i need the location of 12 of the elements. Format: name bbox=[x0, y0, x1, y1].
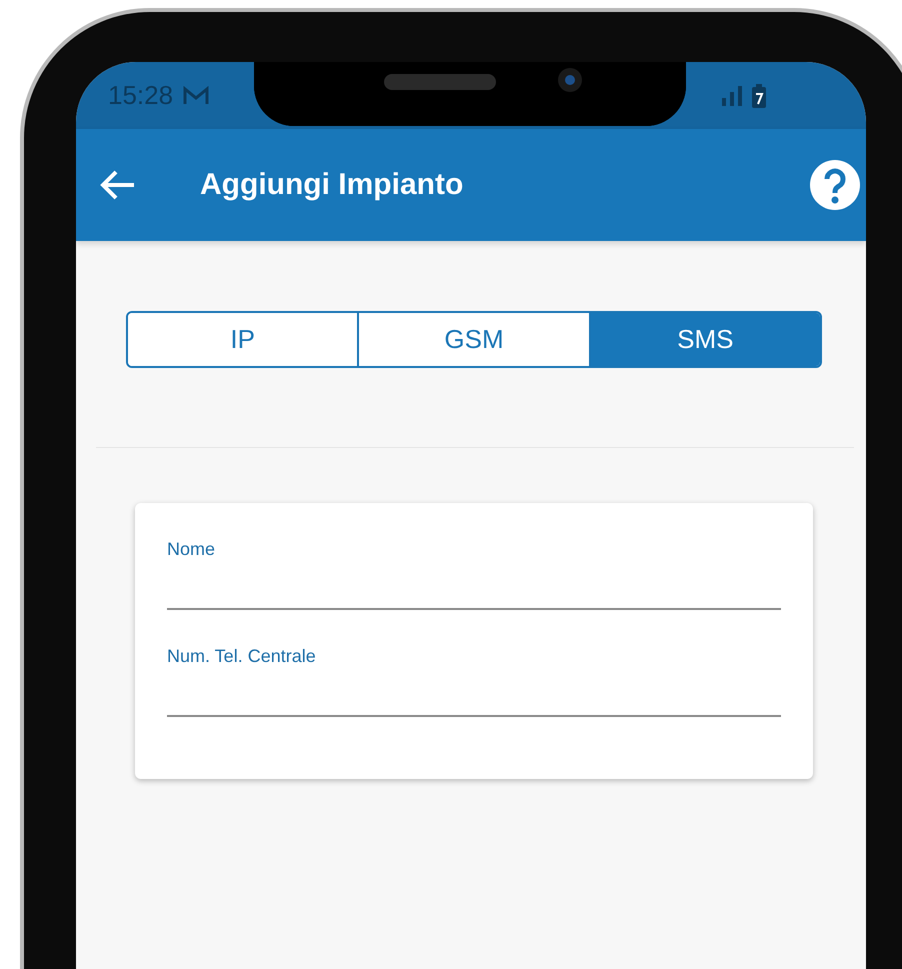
status-time: 15:28 bbox=[108, 80, 174, 111]
segment-tab[interactable]: IP bbox=[128, 313, 358, 366]
battery-icon bbox=[752, 84, 766, 108]
segment-tab[interactable]: GSM bbox=[357, 313, 589, 366]
back-arrow-icon[interactable] bbox=[100, 169, 136, 201]
text-field[interactable]: Num. Tel. Centrale bbox=[167, 646, 781, 717]
mail-icon bbox=[183, 86, 210, 106]
text-field[interactable]: Nome bbox=[167, 539, 781, 610]
signal-icon bbox=[720, 84, 744, 108]
segment-tab[interactable]: SMS bbox=[588, 313, 820, 366]
page-title: Aggiungi Impianto bbox=[200, 168, 464, 202]
help-icon[interactable] bbox=[810, 160, 860, 210]
